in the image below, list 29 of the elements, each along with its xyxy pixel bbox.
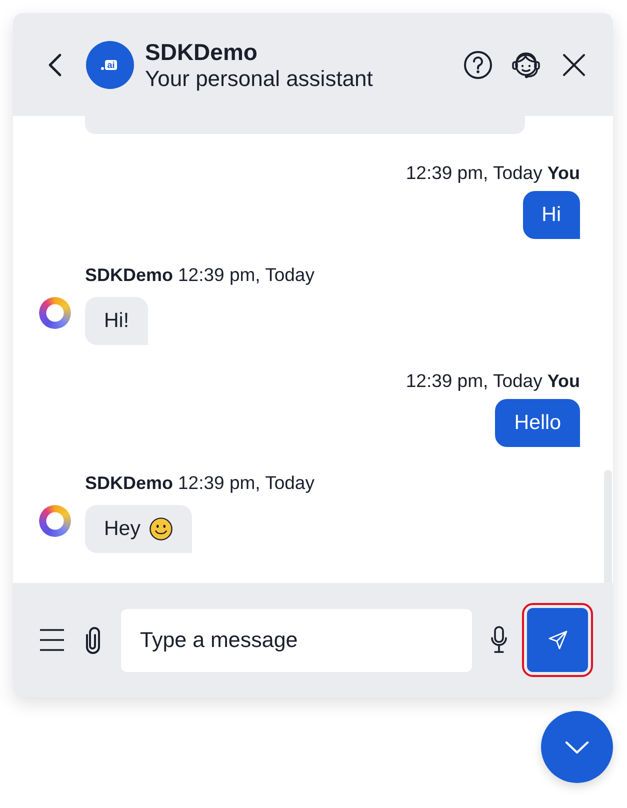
sender-name: You	[547, 371, 580, 391]
logo-badge: ai	[105, 60, 117, 70]
message-time: 12:39 pm, Today	[406, 163, 542, 183]
message-text: Hello	[514, 411, 561, 435]
sender-name: You	[547, 163, 580, 183]
back-icon[interactable]	[48, 52, 62, 76]
smiley-icon	[149, 517, 174, 541]
send-icon	[548, 630, 568, 650]
chevron-down-icon	[565, 740, 589, 754]
bot-avatar-icon	[39, 297, 71, 329]
message-time: 12:39 pm, Today	[406, 371, 542, 391]
message-text: Hi	[542, 203, 561, 227]
message-text: Hey	[104, 517, 140, 541]
help-icon[interactable]	[463, 50, 493, 80]
assistant-subtitle: Your personal assistant	[145, 66, 373, 92]
message-input[interactable]: Type a message	[121, 608, 472, 672]
microphone-icon[interactable]	[490, 626, 508, 654]
assistant-name: SDKDemo	[145, 38, 258, 66]
close-icon[interactable]	[562, 52, 586, 76]
send-button[interactable]	[527, 608, 588, 672]
paperclip-icon[interactable]	[85, 626, 101, 654]
message-time: 12:39 pm, Today	[178, 473, 314, 493]
menu-icon[interactable]	[40, 629, 64, 651]
sender-name: SDKDemo	[85, 265, 174, 285]
sender-name: SDKDemo	[85, 473, 174, 493]
message-time: 12:39 pm, Today	[178, 265, 314, 285]
message-text: Hi!	[104, 309, 130, 333]
logo-dot-icon	[101, 66, 104, 70]
bot-avatar-icon	[39, 505, 71, 537]
